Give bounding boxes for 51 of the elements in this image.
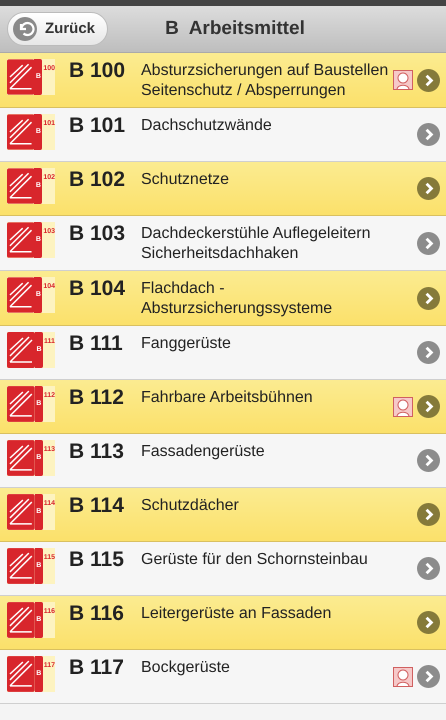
item-code: B 115 <box>69 548 125 572</box>
scaffold-icon <box>7 602 35 638</box>
page-title: B Arbeitsmittel <box>165 16 305 41</box>
item-title: Dachdeckerstühle Auflegeleitern Sicherheitsdachhaken <box>141 224 372 264</box>
item-code: B 101 <box>69 114 126 138</box>
item-code: B 102 <box>69 168 126 192</box>
chevron-icon <box>417 665 440 688</box>
item-title: Absturzsicherungen auf Baustellen Seitenschutz / Absperrungen <box>141 61 390 101</box>
scaffold-icon <box>7 440 35 476</box>
scaffold-icon <box>7 332 35 368</box>
chevron-icon <box>417 557 440 580</box>
item-code: B 103 <box>69 222 126 246</box>
scaffold-icon <box>7 222 34 258</box>
item-title: Fassadengerüste <box>141 442 266 462</box>
item-title: Gerüste für den Schornsteinbau <box>141 550 369 570</box>
chevron-icon <box>417 449 440 472</box>
item-code: B 100 <box>69 59 126 82</box>
back-icon <box>13 17 37 41</box>
chevron-icon <box>417 123 440 146</box>
item-code: B 104 <box>69 277 126 300</box>
scaffold-icon <box>7 168 34 204</box>
item-title: Dachschutzwände <box>141 116 273 136</box>
scaffold-icon <box>7 114 34 150</box>
item-code: B 117 <box>69 656 125 680</box>
chevron-icon <box>417 177 440 200</box>
item-code: B 111 <box>69 332 124 356</box>
item-title: Fahrbare Arbeitsbühnen <box>141 388 314 408</box>
item-title: Schutznetze <box>141 170 230 190</box>
item-code: B 114 <box>69 494 125 518</box>
back-button[interactable]: Zurück <box>7 12 108 46</box>
chevron-icon <box>417 341 440 364</box>
item-title: Fanggerüste <box>141 334 232 354</box>
item-title: Bockgerüste <box>141 658 231 678</box>
chevron-icon <box>417 395 440 418</box>
item-title: Flachdach - Absturzsicherungssysteme <box>141 279 334 319</box>
item-code: B 113 <box>69 440 125 464</box>
scaffold-icon <box>7 494 35 530</box>
chevron-icon <box>417 232 440 254</box>
chevron-icon <box>417 611 440 634</box>
chevron-icon <box>417 503 440 526</box>
scaffold-icon <box>7 548 35 584</box>
item-code: B 116 <box>69 602 125 626</box>
scaffold-icon <box>7 59 34 95</box>
item-title: Schutzdächer <box>141 496 240 516</box>
chevron-icon <box>417 286 440 310</box>
scaffold-icon <box>7 656 35 692</box>
item-title: Leitergerüste an Fassaden <box>141 604 332 624</box>
item-code: B 112 <box>69 386 125 410</box>
scaffold-icon <box>7 277 34 313</box>
scaffold-icon <box>7 386 35 422</box>
chevron-icon <box>417 68 440 92</box>
